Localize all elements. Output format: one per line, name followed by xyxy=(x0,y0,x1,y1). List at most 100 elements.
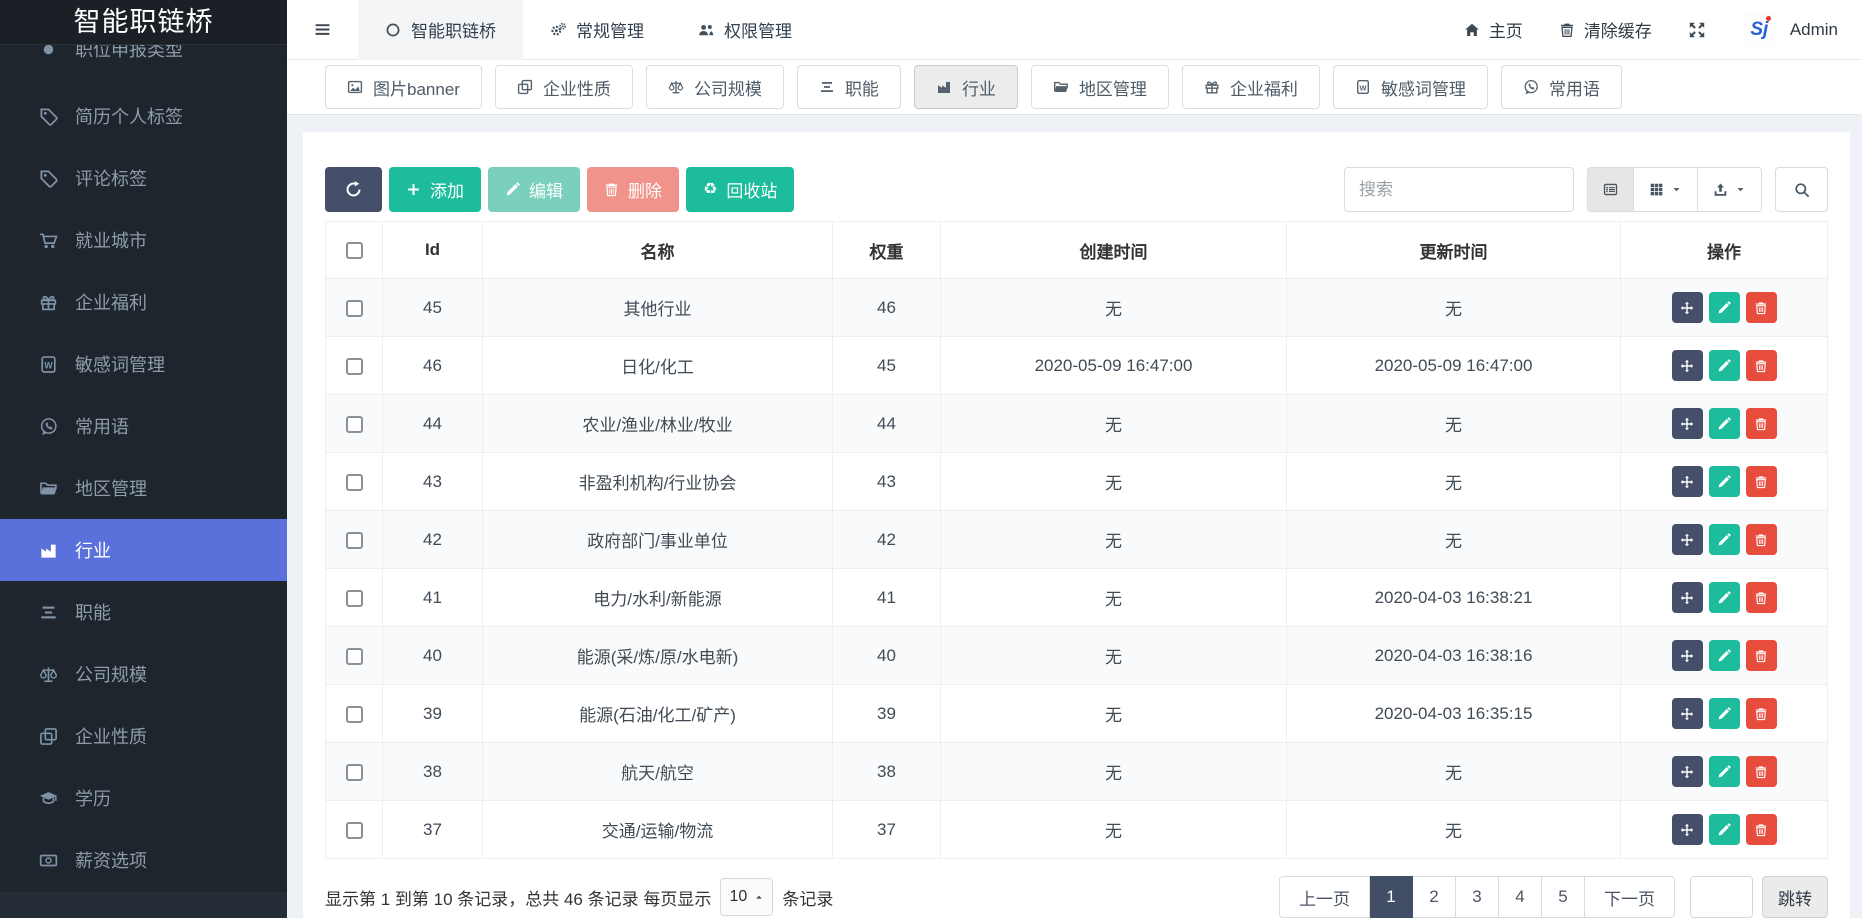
tab-label: 地区管理 xyxy=(1079,75,1147,100)
next-page-button[interactable]: 下一页 xyxy=(1585,876,1675,918)
row-edit-button[interactable] xyxy=(1709,408,1740,439)
row-checkbox[interactable] xyxy=(346,706,363,723)
image-icon xyxy=(347,79,363,95)
prev-page-button[interactable]: 上一页 xyxy=(1279,876,1370,918)
row-delete-button[interactable] xyxy=(1746,350,1777,381)
row-move-button[interactable] xyxy=(1672,292,1703,323)
tab-4[interactable]: 行业 xyxy=(914,65,1018,109)
sidebar-item-3[interactable]: 就业城市 xyxy=(0,209,287,271)
select-all-checkbox[interactable] xyxy=(346,242,363,259)
row-delete-button[interactable] xyxy=(1746,814,1777,845)
advanced-search-button[interactable] xyxy=(1775,167,1828,212)
delete-button[interactable]: 删除 xyxy=(587,167,679,212)
sidebar-toggle-button[interactable] xyxy=(287,0,358,60)
refresh-button[interactable] xyxy=(325,167,382,212)
filew-icon: W xyxy=(1355,79,1371,95)
page-button-4[interactable]: 4 xyxy=(1499,876,1542,918)
row-checkbox[interactable] xyxy=(346,358,363,375)
row-checkbox[interactable] xyxy=(346,474,363,491)
row-checkbox[interactable] xyxy=(346,648,363,665)
sidebar-item-10[interactable]: 公司规模 xyxy=(0,643,287,705)
export-button[interactable] xyxy=(1697,168,1761,211)
row-delete-button[interactable] xyxy=(1746,524,1777,555)
search-input[interactable] xyxy=(1344,167,1574,212)
sidebar-item-6[interactable]: 常用语 xyxy=(0,395,287,457)
row-move-button[interactable] xyxy=(1672,756,1703,787)
row-checkbox[interactable] xyxy=(346,416,363,433)
row-move-button[interactable] xyxy=(1672,582,1703,613)
row-edit-button[interactable] xyxy=(1709,582,1740,613)
top-nav-tab-2[interactable]: 权限管理 xyxy=(671,0,819,60)
page-button-3[interactable]: 3 xyxy=(1456,876,1499,918)
sidebar-item-8[interactable]: 行业 xyxy=(0,519,287,581)
page-size-select[interactable]: 10 xyxy=(720,878,773,916)
top-nav-tab-0[interactable]: 智能职链桥 xyxy=(358,0,523,60)
sidebar-item-1[interactable]: 简历个人标签 xyxy=(0,85,287,147)
row-edit-button[interactable] xyxy=(1709,524,1740,555)
row-edit-button[interactable] xyxy=(1709,756,1740,787)
sidebar-item-9[interactable]: 职能 xyxy=(0,581,287,643)
add-button[interactable]: 添加 xyxy=(389,167,481,212)
sidebar-item-2[interactable]: 评论标签 xyxy=(0,147,287,209)
sidebar-item-7[interactable]: 地区管理 xyxy=(0,457,287,519)
sidebar-item-13[interactable]: 薪资选项 xyxy=(0,829,287,891)
button-label: 编辑 xyxy=(529,177,563,202)
folder-icon xyxy=(37,479,59,498)
row-move-button[interactable] xyxy=(1672,350,1703,381)
sidebar-item-0[interactable]: 职位申报类型 xyxy=(0,45,287,85)
tab-1[interactable]: 企业性质 xyxy=(495,65,633,109)
row-move-button[interactable] xyxy=(1672,466,1703,497)
sidebar-item-11[interactable]: 企业性质 xyxy=(0,705,287,767)
page-button-2[interactable]: 2 xyxy=(1413,876,1456,918)
sidebar-item-5[interactable]: W敏感词管理 xyxy=(0,333,287,395)
row-delete-button[interactable] xyxy=(1746,640,1777,671)
row-move-button[interactable] xyxy=(1672,698,1703,729)
user-menu[interactable]: Sj Admin xyxy=(1742,12,1838,47)
move-icon xyxy=(1680,649,1694,663)
row-delete-button[interactable] xyxy=(1746,292,1777,323)
row-checkbox[interactable] xyxy=(346,764,363,781)
tab-6[interactable]: 企业福利 xyxy=(1182,65,1320,109)
sidebar-item-12[interactable]: 学历 xyxy=(0,767,287,829)
home-link[interactable]: 主页 xyxy=(1464,17,1523,42)
recyclebin-button[interactable]: ♻回收站 xyxy=(686,167,794,212)
row-checkbox[interactable] xyxy=(346,822,363,839)
row-move-button[interactable] xyxy=(1672,814,1703,845)
row-edit-button[interactable] xyxy=(1709,698,1740,729)
row-edit-button[interactable] xyxy=(1709,640,1740,671)
row-checkbox[interactable] xyxy=(346,532,363,549)
page-jump-button[interactable]: 跳转 xyxy=(1762,876,1828,918)
clear-cache-link[interactable]: 清除缓存 xyxy=(1559,17,1652,42)
row-delete-button[interactable] xyxy=(1746,582,1777,613)
page-jump-input[interactable] xyxy=(1690,876,1753,918)
columns-button[interactable] xyxy=(1633,168,1697,211)
row-delete-button[interactable] xyxy=(1746,466,1777,497)
row-move-button[interactable] xyxy=(1672,524,1703,555)
row-edit-button[interactable] xyxy=(1709,350,1740,381)
top-nav-tab-1[interactable]: 常规管理 xyxy=(523,0,671,60)
row-delete-button[interactable] xyxy=(1746,408,1777,439)
page-button-5[interactable]: 5 xyxy=(1542,876,1585,918)
row-move-button[interactable] xyxy=(1672,408,1703,439)
row-move-button[interactable] xyxy=(1672,640,1703,671)
list-view-button[interactable] xyxy=(1588,168,1633,211)
row-delete-button[interactable] xyxy=(1746,698,1777,729)
edit-button[interactable]: 编辑 xyxy=(488,167,580,212)
tab-7[interactable]: W敏感词管理 xyxy=(1333,65,1488,109)
row-edit-button[interactable] xyxy=(1709,466,1740,497)
table-row: 45其他行业46无无 xyxy=(326,279,1828,337)
sidebar-item-label: 敏感词管理 xyxy=(75,351,165,377)
sidebar-item-4[interactable]: 企业福利 xyxy=(0,271,287,333)
row-edit-button[interactable] xyxy=(1709,814,1740,845)
tab-5[interactable]: 地区管理 xyxy=(1031,65,1169,109)
row-delete-button[interactable] xyxy=(1746,756,1777,787)
row-checkbox[interactable] xyxy=(346,590,363,607)
tab-0[interactable]: 图片banner xyxy=(325,65,482,109)
page-button-1[interactable]: 1 xyxy=(1370,876,1413,918)
tab-8[interactable]: 常用语 xyxy=(1501,65,1622,109)
tab-3[interactable]: 职能 xyxy=(797,65,901,109)
row-checkbox[interactable] xyxy=(346,300,363,317)
fullscreen-button[interactable] xyxy=(1688,21,1706,39)
row-edit-button[interactable] xyxy=(1709,292,1740,323)
tab-2[interactable]: 公司规模 xyxy=(646,65,784,109)
